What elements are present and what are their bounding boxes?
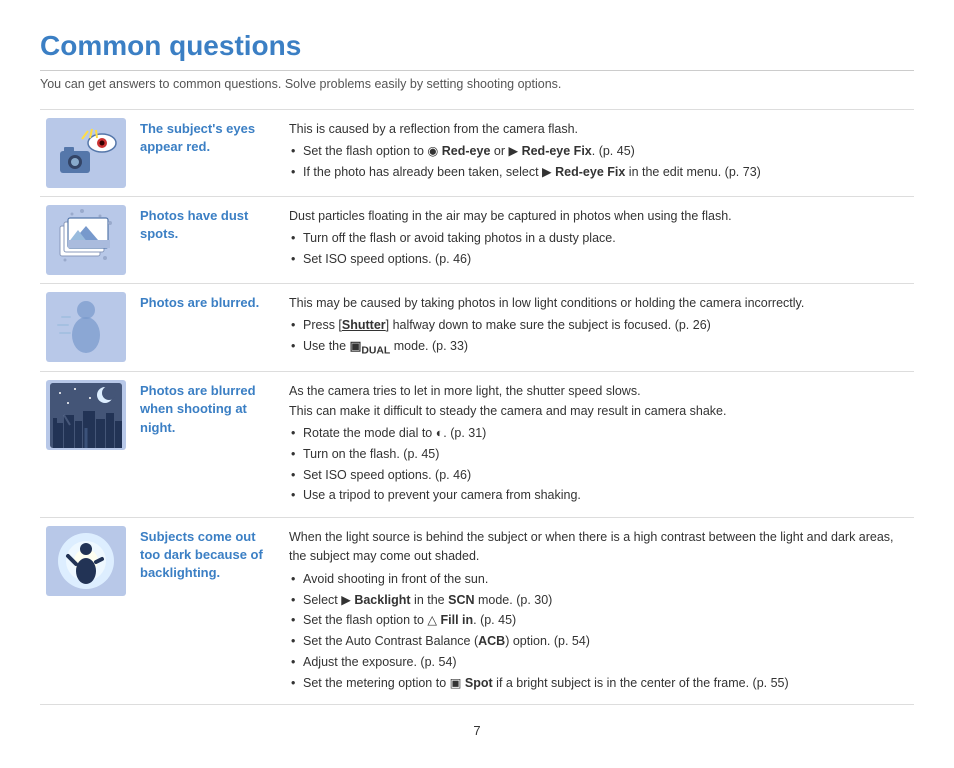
table-row: Photos are blurred. This may be caused b…	[40, 284, 914, 372]
page-number: 7	[40, 723, 914, 738]
row-label-night: Photos are blurred when shooting at nigh…	[132, 372, 277, 518]
row-label-dust: Photos have dust spots.	[132, 197, 277, 284]
table-row: Photos are blurred when shooting at nigh…	[40, 372, 914, 518]
row-desc-dust: Dust particles floating in the air may b…	[277, 197, 914, 284]
row-image-backlight	[40, 518, 132, 705]
row-desc-backlight: When the light source is behind the subj…	[277, 518, 914, 705]
common-questions-table: The subject's eyes appear red. This is c…	[40, 109, 914, 705]
row-desc-red-eye: This is caused by a reflection from the …	[277, 110, 914, 197]
page-title: Common questions	[40, 30, 914, 71]
row-image-night	[40, 372, 132, 518]
row-label-red-eye: The subject's eyes appear red.	[132, 110, 277, 197]
row-image-dust	[40, 197, 132, 284]
page-subtitle: You can get answers to common questions.…	[40, 77, 914, 91]
row-desc-night: As the camera tries to let in more light…	[277, 372, 914, 518]
table-row: Subjects come out too dark because of ba…	[40, 518, 914, 705]
row-label-backlight: Subjects come out too dark because of ba…	[132, 518, 277, 705]
row-image-blurred	[40, 284, 132, 372]
row-image-red-eye	[40, 110, 132, 197]
table-row: The subject's eyes appear red. This is c…	[40, 110, 914, 197]
table-row: Photos have dust spots. Dust particles f…	[40, 197, 914, 284]
row-desc-blurred: This may be caused by taking photos in l…	[277, 284, 914, 372]
row-label-blurred: Photos are blurred.	[132, 284, 277, 372]
